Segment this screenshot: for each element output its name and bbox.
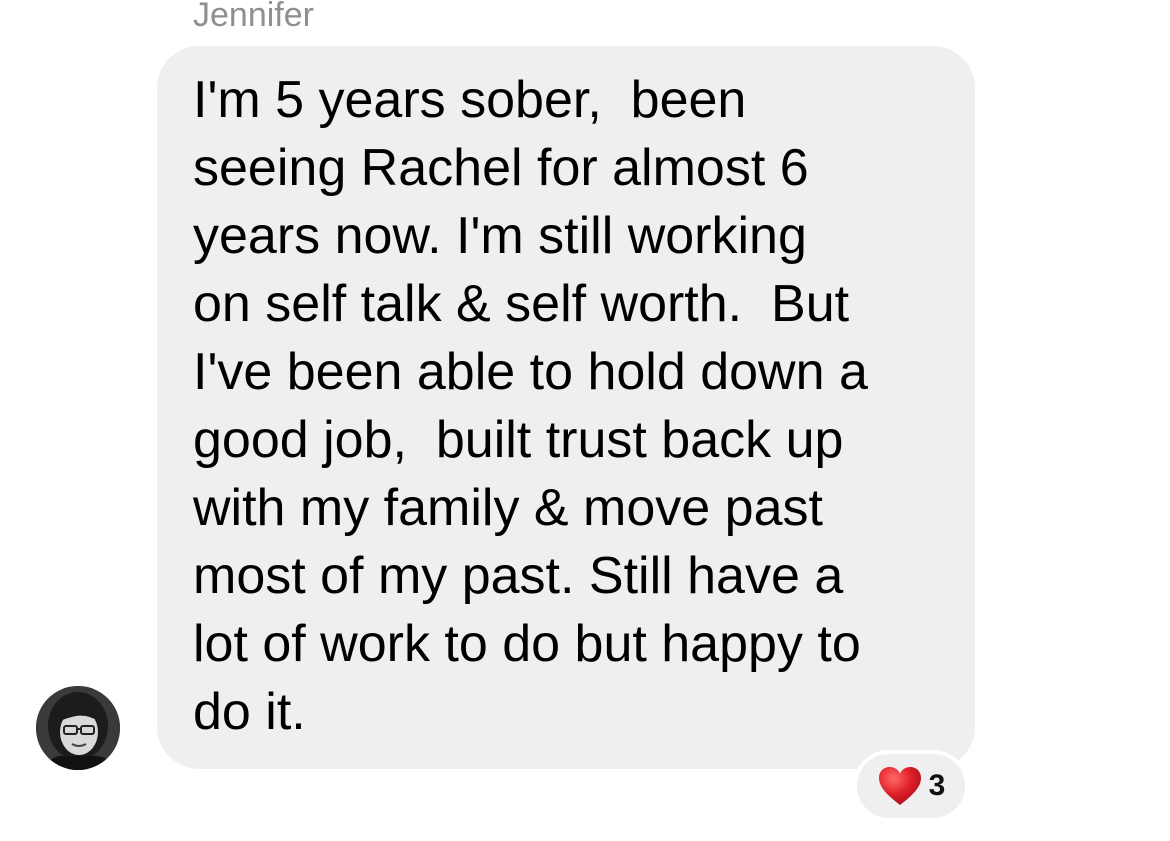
user-avatar-photo-icon: [36, 686, 120, 770]
sender-avatar[interactable]: [36, 686, 120, 770]
message-line-1: I'm 5 years sober, been: [193, 71, 747, 129]
message-line-8: most of my past. Still have a: [193, 547, 844, 605]
message-line-7: with my family & move past: [193, 479, 823, 537]
reaction-count: 3: [928, 769, 946, 802]
sender-name: Jennifer: [193, 0, 314, 34]
message-text: I'm 5 years sober, been seeing Rachel fo…: [193, 66, 973, 746]
red-heart-icon: [878, 767, 921, 805]
message-line-3: years now. I'm still working: [193, 207, 807, 265]
message-line-6: good job, built trust back up: [193, 411, 844, 469]
reaction-badge[interactable]: 3: [853, 750, 969, 822]
message-line-9: lot of work to do but happy to: [193, 615, 861, 673]
message-line-2: seeing Rachel for almost 6: [193, 139, 809, 197]
message-line-5: I've been able to hold down a: [193, 343, 868, 401]
message-line-10: do it.: [193, 683, 306, 741]
message-line-4: on self talk & self worth. But: [193, 275, 850, 333]
